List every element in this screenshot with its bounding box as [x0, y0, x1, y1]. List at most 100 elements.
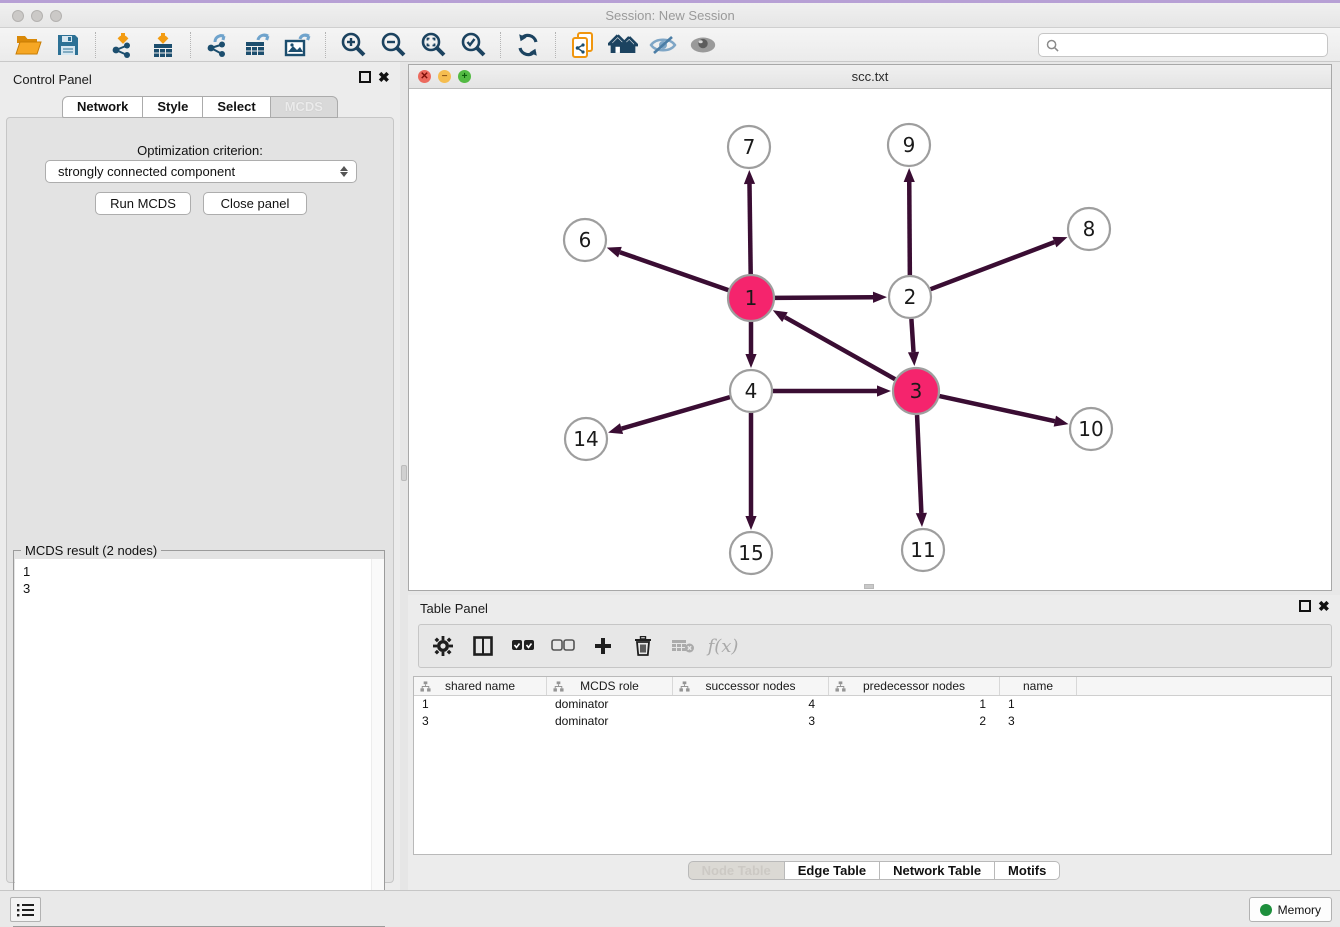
network-graph[interactable]: 7968124314101511 [409, 89, 1331, 590]
table-row[interactable]: 1dominator411 [414, 696, 1331, 713]
column-label: MCDS role [580, 679, 639, 693]
zoom-fit-icon[interactable] [418, 31, 448, 59]
network-zoom-icon[interactable]: + [458, 70, 471, 83]
search-box[interactable] [1038, 33, 1328, 57]
task-history-button[interactable] [10, 897, 41, 922]
edge-4-14[interactable] [622, 397, 730, 429]
column-header-MCDS-role[interactable]: MCDS role [547, 677, 673, 695]
table-cell[interactable]: 1 [1000, 696, 1077, 713]
edge-arrow-4-14 [608, 423, 623, 434]
criterion-dropdown[interactable]: strongly connected component [45, 160, 357, 183]
home-icon[interactable] [608, 31, 638, 59]
show-eye-icon[interactable] [688, 31, 718, 59]
column-header-shared-name[interactable]: shared name [414, 677, 547, 695]
tab-network-table[interactable]: Network Table [880, 861, 995, 880]
import-network-icon[interactable] [108, 31, 138, 59]
result-scrollbar[interactable] [371, 559, 384, 926]
export-network-icon[interactable] [203, 31, 233, 59]
select-all-icon[interactable] [511, 634, 535, 658]
edge-arrow-1-4 [745, 354, 756, 368]
refresh-view-icon[interactable] [513, 31, 543, 59]
tab-motifs[interactable]: Motifs [995, 861, 1060, 880]
memory-button[interactable]: Memory [1249, 897, 1332, 922]
tree-icon [420, 681, 431, 695]
network-window-titlebar[interactable]: ✕ − + scc.txt [409, 65, 1331, 89]
control-panel-tabs: NetworkStyleSelectMCDS [0, 96, 400, 118]
unselect-all-icon[interactable] [551, 634, 575, 658]
node-table[interactable]: shared name MCDS role successor nodesprede… [413, 676, 1332, 855]
export-table-icon[interactable] [243, 31, 273, 59]
table-cell[interactable]: 1 [829, 696, 1000, 713]
table-cell[interactable]: 4 [673, 696, 829, 713]
network-canvas[interactable]: 7968124314101511 [409, 89, 1331, 590]
tab-select[interactable]: Select [203, 96, 270, 118]
tree-icon [553, 681, 564, 695]
column-label: name [1023, 679, 1053, 693]
tab-mcds[interactable]: MCDS [271, 96, 338, 118]
column-header-successor-nodes[interactable]: successor nodes [673, 677, 829, 695]
edge-2-3[interactable] [911, 319, 913, 352]
edge-1-7[interactable] [749, 184, 750, 274]
zoom-selected-icon[interactable] [458, 31, 488, 59]
toolbar-separator [555, 32, 556, 58]
mcds-result-area[interactable]: 13 [15, 559, 384, 926]
table-row[interactable]: 3dominator323 [414, 713, 1331, 730]
delete-table-icon [671, 634, 695, 658]
tab-network[interactable]: Network [62, 96, 143, 118]
delete-column-icon[interactable] [631, 634, 655, 658]
tab-node-table[interactable]: Node Table [688, 861, 785, 880]
edge-2-9[interactable] [909, 182, 910, 275]
zoom-out-icon[interactable] [378, 31, 408, 59]
network-hscroll-thumb[interactable] [864, 584, 874, 589]
column-header-name[interactable]: name [1000, 677, 1077, 695]
table-cell[interactable]: 1 [414, 696, 547, 713]
table-cell[interactable]: 3 [673, 713, 829, 730]
edge-3-1[interactable] [785, 317, 895, 379]
node-label-15: 15 [738, 541, 763, 565]
edge-1-2[interactable] [775, 297, 873, 298]
edge-2-8[interactable] [931, 242, 1055, 289]
edge-1-6[interactable] [620, 252, 728, 290]
import-table-icon[interactable] [148, 31, 178, 59]
close-table-panel-icon[interactable]: ✖ [1318, 598, 1330, 614]
table-cell[interactable]: 3 [414, 713, 547, 730]
network-minimize-icon[interactable]: − [438, 70, 451, 83]
control-panel-header: Control Panel ✖ [0, 62, 400, 96]
table-cell[interactable]: dominator [547, 713, 673, 730]
table-settings-icon[interactable] [431, 634, 455, 658]
edge-3-11[interactable] [917, 415, 921, 513]
tab-edge-table[interactable]: Edge Table [785, 861, 880, 880]
table-cell[interactable]: dominator [547, 696, 673, 713]
network-close-icon[interactable]: ✕ [418, 70, 431, 83]
edge-3-10[interactable] [939, 396, 1054, 421]
table-toolbar: f(x) [418, 624, 1332, 668]
export-image-icon[interactable] [283, 31, 313, 59]
table-cell[interactable]: 2 [829, 713, 1000, 730]
edge-arrow-4-15 [745, 516, 756, 530]
function-builder-icon: f(x) [711, 634, 735, 658]
column-layout-icon[interactable] [471, 634, 495, 658]
float-panel-icon[interactable] [359, 71, 371, 83]
search-input[interactable] [1064, 38, 1327, 52]
table-cell[interactable]: 3 [1000, 713, 1077, 730]
window-close-icon[interactable] [12, 10, 24, 22]
save-session-icon[interactable] [53, 31, 83, 59]
tab-style[interactable]: Style [143, 96, 203, 118]
close-panel-button[interactable]: Close panel [203, 192, 307, 215]
dropdown-stepper-icon [340, 166, 348, 177]
column-header-predecessor-nodes[interactable]: predecessor nodes [829, 677, 1000, 695]
mcds-result-lines: 13 [15, 559, 384, 597]
divider-handle[interactable] [401, 465, 407, 481]
window-zoom-icon[interactable] [50, 10, 62, 22]
panel-divider[interactable] [400, 62, 408, 890]
open-session-icon[interactable] [13, 31, 43, 59]
hide-eye-icon[interactable] [648, 31, 678, 59]
zoom-in-icon[interactable] [338, 31, 368, 59]
float-table-panel-icon[interactable] [1299, 600, 1311, 612]
close-panel-icon[interactable]: ✖ [378, 69, 390, 85]
window-minimize-icon[interactable] [31, 10, 43, 22]
add-column-icon[interactable] [591, 634, 615, 658]
ndex-network-icon[interactable] [568, 31, 598, 59]
edge-arrow-4-3 [877, 385, 891, 396]
run-mcds-button[interactable]: Run MCDS [95, 192, 191, 215]
